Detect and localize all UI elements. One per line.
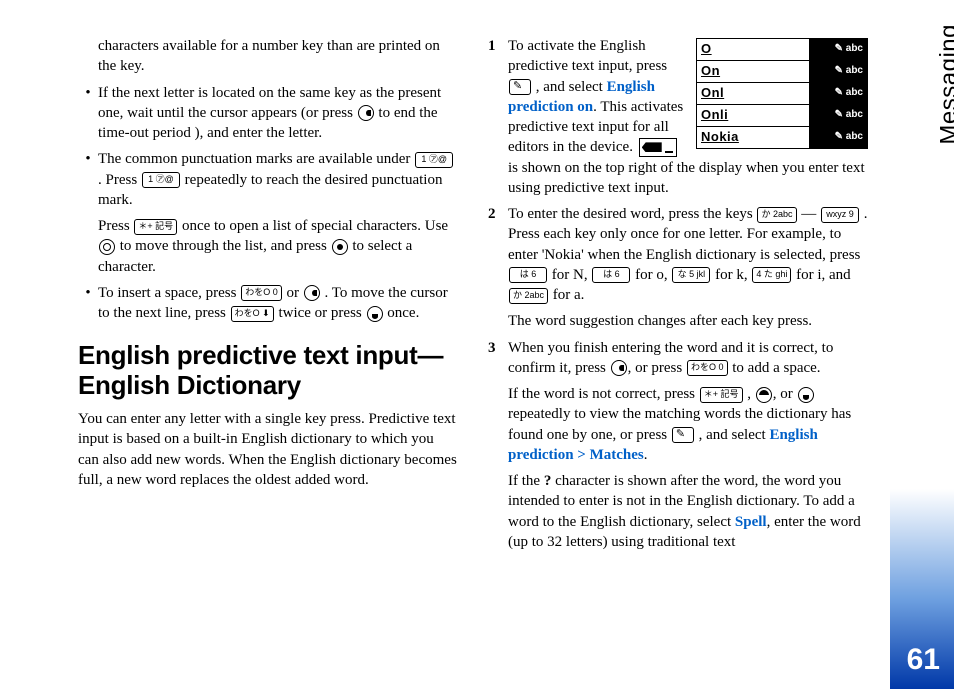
step-1: 1 Oabc Onabc Onlabc Onliabc Nokiaabc To … bbox=[488, 36, 868, 198]
fragment-continuation: characters available for a number key th… bbox=[98, 36, 458, 77]
key-star-icon: ＊+ 記号 bbox=[134, 219, 177, 235]
phone-row-label: Nokia bbox=[697, 127, 809, 148]
key-2-icon: か 2abc bbox=[757, 207, 796, 223]
pen-key-icon bbox=[672, 427, 694, 443]
phone-row-label: O bbox=[697, 39, 809, 60]
scroll-any-icon bbox=[99, 239, 115, 255]
text: To insert a space, press bbox=[98, 285, 240, 301]
key-2-icon: か 2abc bbox=[509, 288, 548, 304]
text: is shown on the top right of the display… bbox=[508, 160, 865, 196]
text: . Press bbox=[98, 172, 141, 188]
intro-paragraph: You can enter any letter with a single k… bbox=[78, 409, 458, 490]
scroll-down-icon bbox=[798, 387, 814, 403]
text: for k, bbox=[715, 267, 751, 283]
text: , bbox=[747, 386, 755, 402]
text: for N, bbox=[552, 267, 592, 283]
column-left: characters available for a number key th… bbox=[78, 30, 458, 650]
text: for i, and bbox=[796, 267, 851, 283]
key-6-icon: は 6 bbox=[592, 267, 630, 283]
column-right: 1 Oabc Onabc Onlabc Onliabc Nokiaabc To … bbox=[488, 30, 868, 650]
bullet-punctuation: • The common punctuation marks are avail… bbox=[78, 149, 458, 277]
key-0-icon: わをO 0 bbox=[687, 360, 728, 376]
phone-row-tag: abc bbox=[809, 105, 867, 126]
text: for a. bbox=[553, 287, 585, 303]
phone-row-label: On bbox=[697, 61, 809, 82]
scroll-up-icon bbox=[756, 387, 772, 403]
text: , or press bbox=[628, 360, 686, 376]
scroll-right-icon bbox=[358, 105, 374, 121]
text: once to open a list of special character… bbox=[182, 218, 448, 234]
text: The common punctuation marks are availab… bbox=[98, 151, 414, 167]
section-heading: English predictive text input—English Di… bbox=[78, 341, 458, 401]
key-0-icon: わをO 0 bbox=[241, 285, 282, 301]
text: If the word is not correct, press bbox=[508, 386, 699, 402]
text: Press bbox=[98, 218, 133, 234]
select-center-icon bbox=[332, 239, 348, 255]
step-2: 2 To enter the desired word, press the k… bbox=[488, 204, 868, 332]
text: , and select bbox=[536, 79, 607, 95]
side-tab-label: Messaging bbox=[936, 24, 954, 145]
key-6-icon: は 6 bbox=[509, 267, 547, 283]
key-4-icon: 4 た ghi bbox=[752, 267, 791, 283]
key-1-icon: 1 ㋐@ bbox=[142, 172, 180, 188]
key-star-icon: ＊+ 記号 bbox=[700, 387, 743, 403]
text: — bbox=[801, 206, 820, 222]
text: once. bbox=[387, 305, 419, 321]
text: , or bbox=[773, 386, 797, 402]
text: to add a space. bbox=[732, 360, 820, 376]
highlight-spell: Spell bbox=[735, 514, 767, 530]
text: To enter the desired word, press the key… bbox=[508, 206, 756, 222]
phone-row-tag: abc bbox=[809, 61, 867, 82]
scroll-right-icon bbox=[304, 285, 320, 301]
text: or bbox=[287, 285, 303, 301]
text: twice or press bbox=[278, 305, 365, 321]
text: To activate the English predictive text … bbox=[508, 38, 667, 74]
key-1-icon: 1 ㋐@ bbox=[415, 152, 453, 168]
phone-row-tag: abc bbox=[809, 83, 867, 104]
phone-row-tag: abc bbox=[809, 39, 867, 60]
scroll-right-icon bbox=[611, 360, 627, 376]
bullet-insert-space: • To insert a space, press わをO 0 or . To… bbox=[78, 283, 458, 324]
pen-key-icon bbox=[509, 79, 531, 95]
text: to move through the list, and press bbox=[120, 238, 331, 254]
step-3: 3 When you finish entering the word and … bbox=[488, 338, 868, 553]
text: The word suggestion changes after each k… bbox=[508, 313, 812, 329]
key-5-icon: な 5 jkl bbox=[672, 267, 710, 283]
phone-row-label: Onl bbox=[697, 83, 809, 104]
scroll-down-icon bbox=[367, 306, 383, 322]
text: , and select bbox=[699, 427, 770, 443]
text: If the bbox=[508, 473, 544, 489]
text: for o, bbox=[635, 267, 671, 283]
phone-row-tag: abc bbox=[809, 127, 867, 148]
predictive-phone-illustration: Oabc Onabc Onlabc Onliabc Nokiaabc bbox=[696, 38, 868, 149]
phone-row-label: Onli bbox=[697, 105, 809, 126]
text: . bbox=[644, 447, 648, 463]
key-0-icon: わをO ⬇ bbox=[231, 306, 274, 322]
bullet-next-letter: • If the next letter is located on the s… bbox=[78, 83, 458, 144]
page-number: 61 bbox=[907, 643, 940, 677]
key-9-icon: wxyz 9 bbox=[821, 207, 859, 223]
predictive-indicator-icon bbox=[639, 138, 677, 157]
